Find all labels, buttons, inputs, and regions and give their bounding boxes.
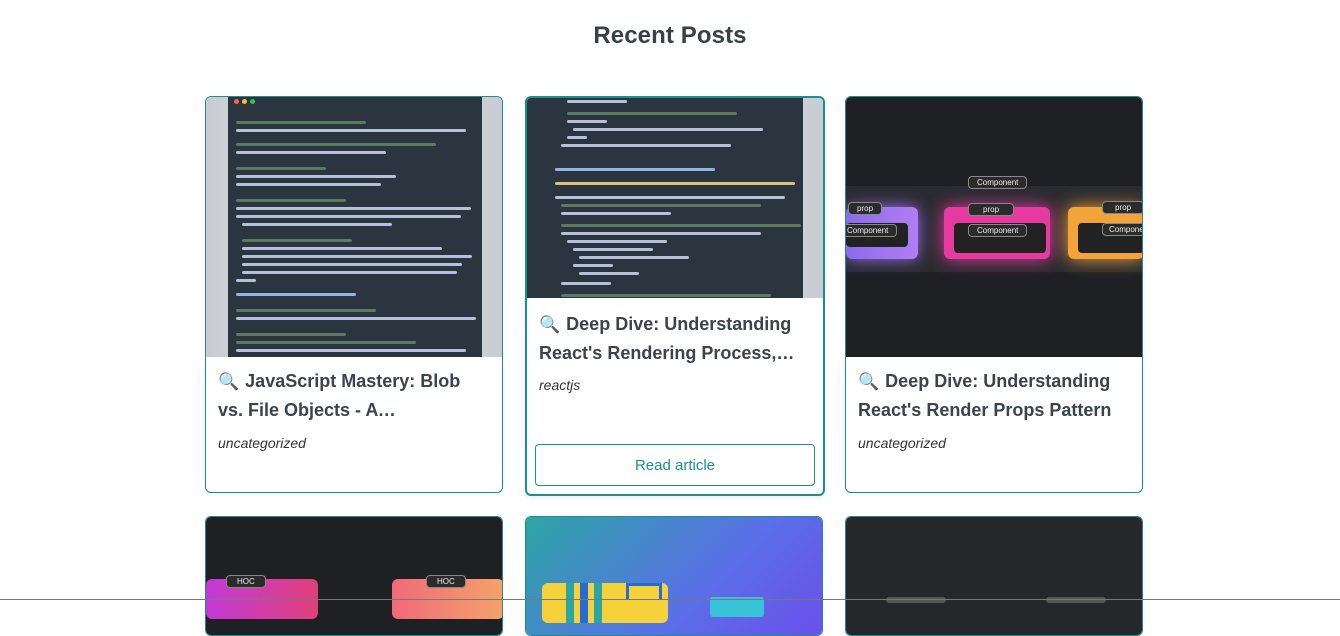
diagram-label: HOC — [426, 575, 466, 588]
magnifier-icon: 🔍 — [858, 372, 880, 391]
post-title-text[interactable]: Deep Dive: Understanding React's Renderi… — [539, 314, 794, 366]
diagram-label: Component — [968, 176, 1028, 189]
post-thumbnail[interactable] — [846, 517, 1142, 635]
read-article-button[interactable]: Read article — [535, 444, 815, 486]
post-thumbnail[interactable] — [206, 97, 502, 357]
diagram-label: prop — [1102, 201, 1142, 214]
post-card[interactable]: 🔍 JavaScript Mastery: Blob vs. File Objec… — [205, 96, 503, 493]
post-title-text[interactable]: Deep Dive: Understanding React's Render … — [858, 371, 1111, 420]
page-title: Recent Posts — [593, 22, 747, 49]
post-thumbnail[interactable]: HOC HOC — [206, 517, 502, 635]
post-card[interactable]: 🔍 Deep Dive: Understanding React's Render… — [525, 96, 825, 496]
post-title[interactable]: 🔍 Deep Dive: Understanding React's Render… — [539, 310, 811, 366]
diagram-label: HOC — [226, 575, 266, 588]
diagram-label: prop — [968, 203, 1015, 216]
post-title[interactable]: 🔍 JavaScript Mastery: Blob vs. File Objec… — [218, 367, 490, 423]
diagram-label: Component — [846, 224, 898, 237]
post-card[interactable]: Component prop prop prop Component Compo… — [845, 96, 1143, 493]
post-category: uncategorized — [858, 435, 946, 451]
post-card[interactable] — [525, 516, 823, 636]
post-title[interactable]: 🔍 Deep Dive: Understanding React's Render… — [858, 367, 1130, 423]
diagram-label: prop — [848, 202, 883, 215]
post-thumbnail[interactable]: Component prop prop prop Component Compo… — [846, 97, 1142, 357]
post-card[interactable] — [845, 516, 1143, 636]
post-category: uncategorized — [218, 435, 306, 451]
post-title-text[interactable]: JavaScript Mastery: Blob vs. File Object… — [218, 371, 460, 423]
post-thumbnail[interactable] — [527, 98, 823, 298]
diagram-label: Component — [968, 224, 1028, 237]
post-card[interactable]: HOC HOC — [205, 516, 503, 636]
diagram-label: Componen — [1102, 223, 1142, 236]
post-category: reactjs — [539, 377, 581, 393]
post-thumbnail[interactable] — [526, 517, 822, 635]
magnifier-icon: 🔍 — [539, 315, 561, 334]
magnifier-icon: 🔍 — [218, 372, 240, 391]
